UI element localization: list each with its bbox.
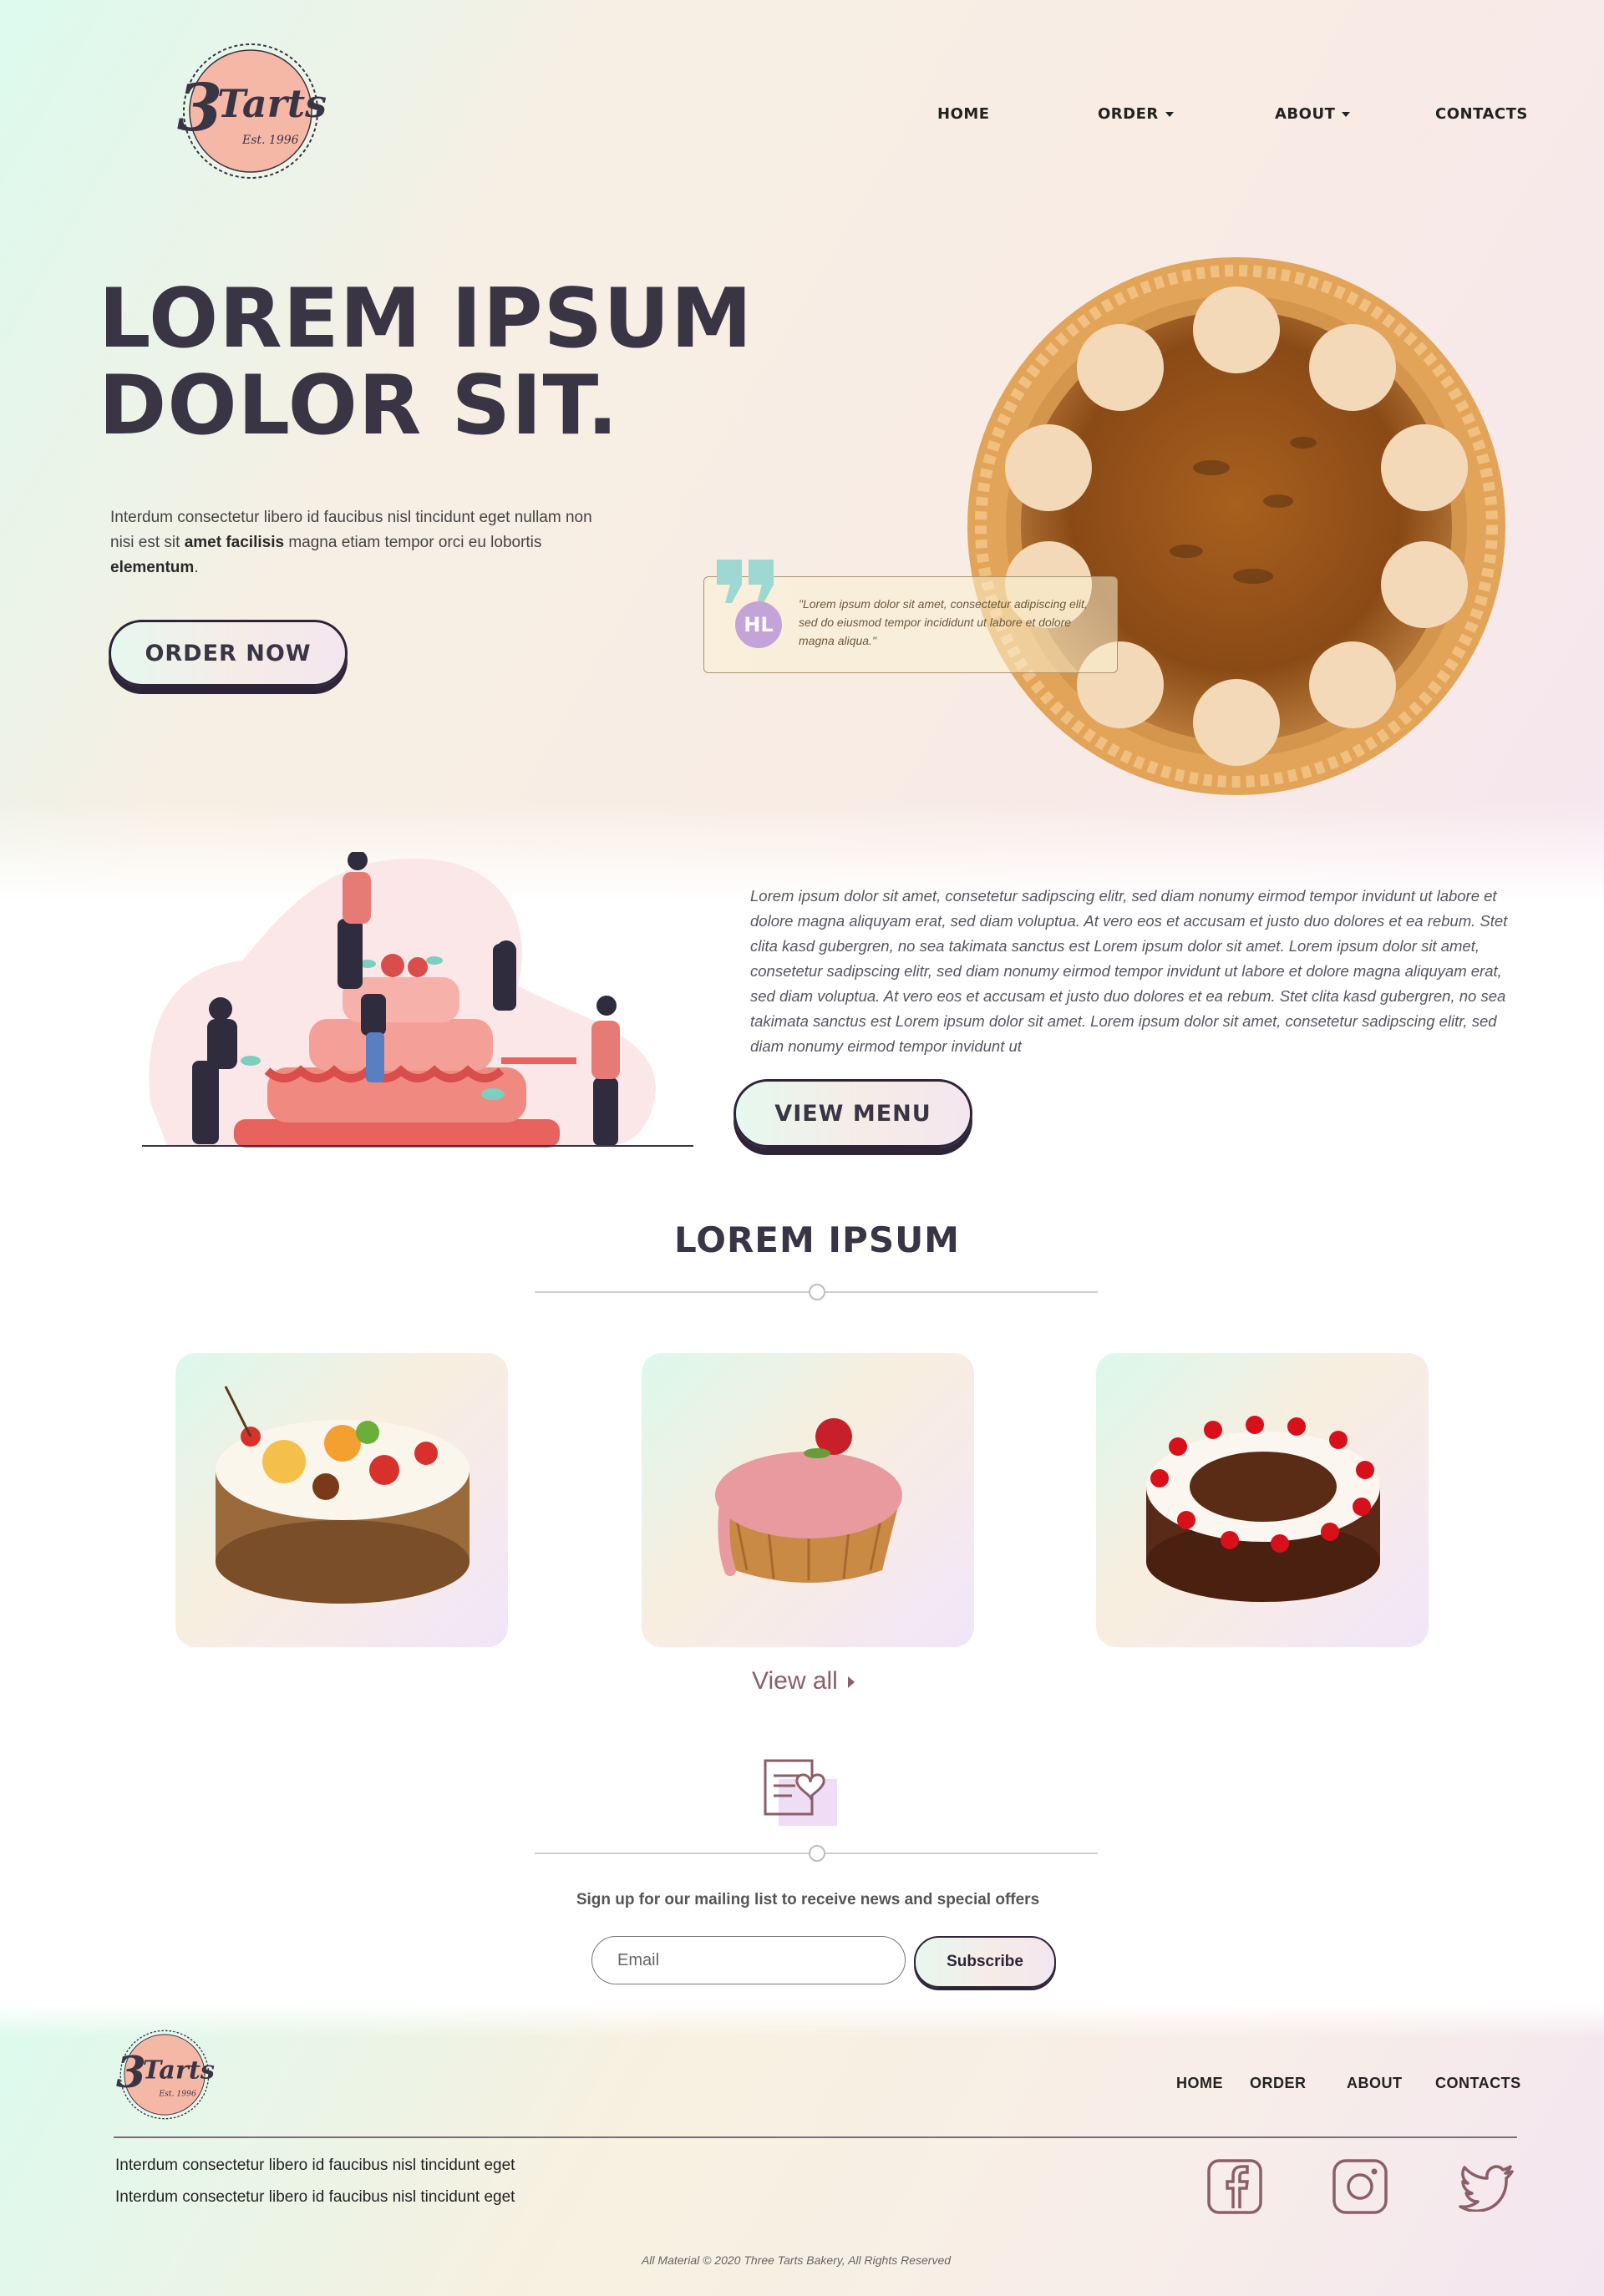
testimonial-text: "Lorem ipsum dolor sit amet, consectetur…: [799, 597, 1088, 647]
twitter-icon[interactable]: [1459, 2165, 1515, 2212]
footer-nav-contacts[interactable]: CONTACTS: [1435, 2075, 1521, 2092]
footer-text-line1: Interdum consectetur libero id faucibus …: [115, 2157, 515, 2174]
logo-est: Est. 1996: [241, 134, 299, 147]
subscribe-button[interactable]: Subscribe: [914, 1936, 1056, 1988]
view-all-link[interactable]: View all: [752, 1667, 855, 1695]
divider-dot: [809, 1284, 825, 1300]
nav-order[interactable]: ORDER: [1098, 105, 1174, 123]
hero-desc-bold2: elementum: [110, 559, 195, 576]
chevron-down-icon: [1342, 112, 1351, 117]
pecan-pie-image: [967, 257, 1505, 795]
nav-about-label: ABOUT: [1275, 105, 1336, 123]
quote-icon: [717, 560, 774, 603]
product-card[interactable]: [642, 1353, 974, 1647]
section-title: LOREM IPSUM: [674, 1219, 960, 1260]
hero-desc-part3: .: [194, 559, 199, 576]
brand-logo[interactable]: 3 Tarts Est. 1996: [174, 40, 327, 182]
footer-divider: [114, 2136, 1517, 2138]
hero-title-line1: LOREM IPSUM: [99, 271, 754, 367]
footer-background: [0, 2005, 1604, 2296]
nav-order-label: ORDER: [1098, 105, 1159, 123]
chevron-right-icon: [847, 1676, 855, 1689]
facebook-icon[interactable]: [1206, 2158, 1263, 2215]
footer-nav-about[interactable]: ABOUT: [1347, 2075, 1403, 2092]
product-card[interactable]: [1096, 1353, 1429, 1647]
hero-description: Interdum consectetur libero id faucibus …: [110, 505, 595, 580]
hero-desc-bold1: amet facilisis: [184, 534, 285, 551]
copyright-text: All Material © 2020 Three Tarts Bakery, …: [641, 2253, 952, 2267]
divider-dot: [809, 1845, 825, 1862]
cupcake-image: [715, 1418, 902, 1583]
nav-contacts[interactable]: CONTACTS: [1435, 105, 1528, 123]
logo-number: 3: [116, 2048, 146, 2098]
order-now-button[interactable]: ORDER NOW: [109, 620, 348, 687]
bakers-illustration: [142, 852, 693, 1148]
email-field[interactable]: [591, 1936, 906, 1984]
view-all-label: View all: [752, 1667, 838, 1695]
nav-about[interactable]: ABOUT: [1275, 105, 1351, 123]
hero-desc-part2: magna etiam tempor orci eu lobortis: [284, 534, 542, 551]
chevron-down-icon: [1165, 112, 1174, 117]
hero-title: LOREM IPSUM DOLOR SIT.: [99, 276, 753, 449]
newsletter-icon: [764, 1759, 837, 1826]
footer-fade: [0, 2005, 1604, 2038]
nav-home[interactable]: HOME: [937, 105, 990, 123]
avatar: HL: [735, 601, 782, 648]
product-card[interactable]: [175, 1353, 508, 1647]
fruit-cake-image: [216, 1386, 470, 1604]
footer-logo[interactable]: 3 Tarts Est. 1996: [114, 2028, 216, 2121]
about-text: Lorem ipsum dolor sit amet, consetetur s…: [750, 887, 1508, 1055]
logo-est: Est. 1996: [158, 2090, 196, 2099]
hero-title-line2: DOLOR SIT.: [99, 358, 619, 454]
logo-word: Tarts: [217, 81, 327, 126]
logo-number: 3: [177, 70, 222, 146]
footer-text-line2: Interdum consectetur libero id faucibus …: [115, 2188, 515, 2206]
logo-word: Tarts: [143, 2056, 215, 2086]
footer-nav-order[interactable]: ORDER: [1250, 2075, 1307, 2092]
instagram-icon[interactable]: [1332, 2158, 1388, 2215]
footer-nav-home[interactable]: HOME: [1176, 2075, 1223, 2092]
black-forest-cake-image: [1146, 1416, 1380, 1602]
newsletter-text: Sign up for our mailing list to receive …: [576, 1891, 1040, 1908]
view-menu-button[interactable]: VIEW MENU: [733, 1079, 972, 1148]
